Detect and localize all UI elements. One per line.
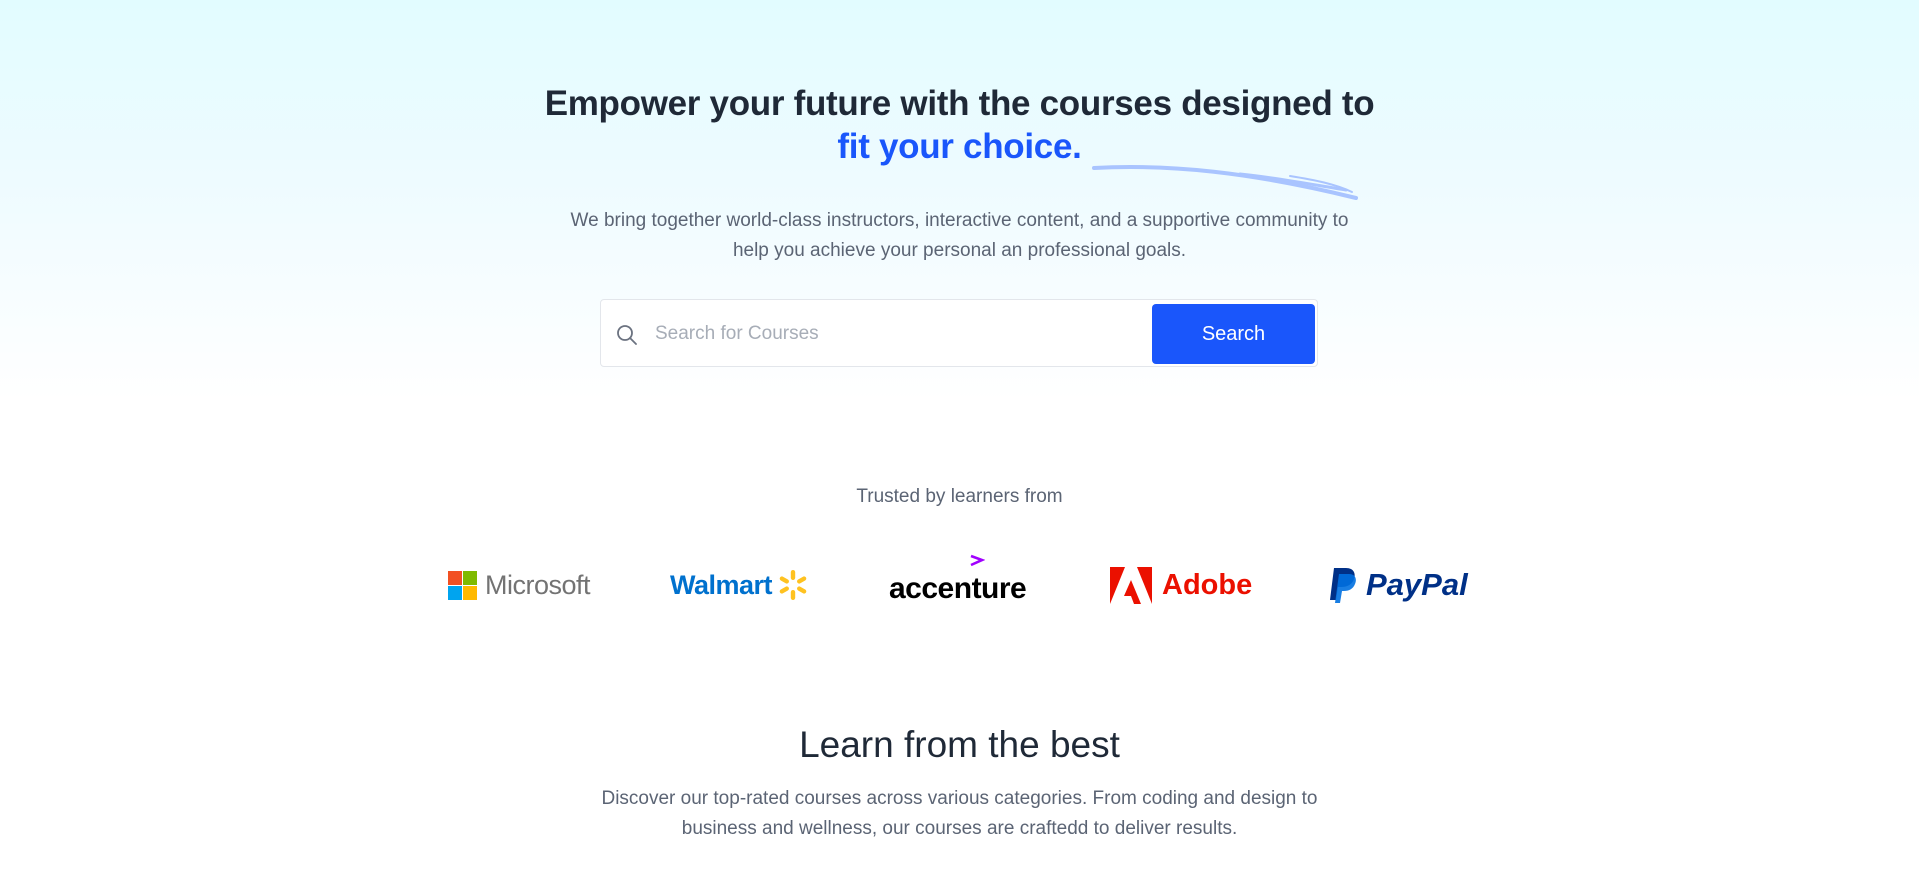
paypal-logo-text: PayPal [1366, 567, 1468, 603]
microsoft-logo: Microsoft [448, 560, 591, 610]
headline-accent: fit your choice. [837, 127, 1082, 166]
accenture-logo: accenture [889, 554, 1027, 610]
section-title: Learn from the best [799, 724, 1120, 765]
walmart-logo: Walmart [670, 560, 810, 610]
course-search-bar: Search [600, 299, 1318, 367]
search-button[interactable]: Search [1152, 304, 1315, 364]
search-icon [617, 325, 637, 345]
hero-subtitle-line-1: We bring together world-class instructor… [570, 210, 1349, 231]
headline-line-1: Empower your future with the courses des… [544, 84, 1375, 123]
walmart-logo-text: Walmart [670, 569, 773, 600]
search-input[interactable] [653, 314, 1137, 354]
section-subtitle-line-2: business and wellness, our courses are c… [681, 818, 1238, 839]
microsoft-logo-text: Microsoft [485, 569, 591, 600]
walmart-spark-icon [779, 570, 807, 600]
adobe-a-icon [1110, 566, 1152, 604]
partner-logos: Microsoft Walmart accenture Adobe PayPal [448, 554, 1472, 610]
section-subtitle-line-1: Discover our top-rated courses across va… [601, 788, 1318, 809]
paypal-logo-text-value: PayPal [1366, 567, 1468, 602]
accenture-chevron-icon [970, 554, 985, 567]
paypal-p-icon [1330, 568, 1356, 603]
microsoft-grid-icon [448, 570, 477, 600]
section-subtitle: Discover our top-rated courses across va… [0, 784, 1919, 844]
hero-headline: Empower your future with the courses des… [0, 82, 1919, 168]
hero-subtitle: We bring together world-class instructor… [0, 206, 1919, 266]
paypal-logo: PayPal [1328, 560, 1468, 610]
accenture-logo-text: accenture [889, 572, 1027, 605]
underline-squiggle-icon [1092, 165, 1358, 200]
trusted-by-label: Trusted by learners from [856, 486, 1063, 507]
adobe-logo: Adobe [1110, 560, 1252, 610]
adobe-logo-text: Adobe [1162, 568, 1253, 601]
hero-subtitle-line-2: help you achieve your personal an profes… [732, 240, 1187, 261]
